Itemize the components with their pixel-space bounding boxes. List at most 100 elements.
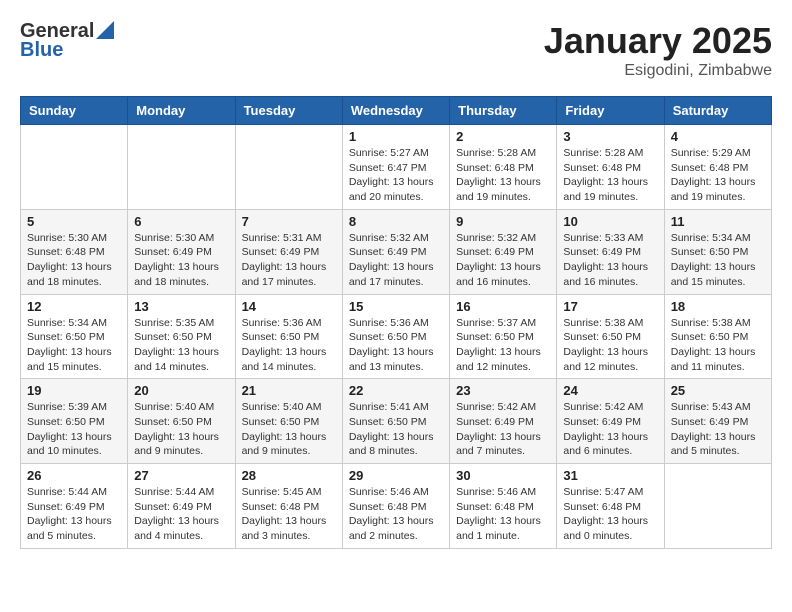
day-number: 27 [134,468,228,483]
day-info: Sunrise: 5:42 AM Sunset: 6:49 PM Dayligh… [563,400,657,459]
calendar-week-row: 5Sunrise: 5:30 AM Sunset: 6:48 PM Daylig… [21,209,772,294]
calendar-cell: 1 Sunrise: 5:27 AM Sunset: 6:47 PM Daylig… [342,125,449,210]
day-number: 1 [349,129,443,144]
day-number: 20 [134,383,228,398]
calendar-cell: 2 Sunrise: 5:28 AM Sunset: 6:48 PM Daylig… [450,125,557,210]
calendar-cell: 17 Sunrise: 5:38 AM Sunset: 6:50 PM Dayli… [557,294,664,379]
day-info: Sunrise: 5:36 AM Sunset: 6:50 PM Dayligh… [349,316,443,375]
calendar-cell: 22 Sunrise: 5:41 AM Sunset: 6:50 PM Dayli… [342,379,449,464]
day-info: Sunrise: 5:28 AM Sunset: 6:48 PM Dayligh… [563,146,657,205]
day-number: 18 [671,299,765,314]
day-info: Sunrise: 5:39 AM Sunset: 6:50 PM Dayligh… [27,400,121,459]
day-info: Sunrise: 5:31 AM Sunset: 6:49 PM Dayligh… [242,231,336,290]
calendar-cell: 24Sunrise: 5:42 AM Sunset: 6:49 PM Dayli… [557,379,664,464]
day-header-wednesday: Wednesday [342,97,449,125]
day-number: 19 [27,383,121,398]
day-number: 30 [456,468,550,483]
day-header-sunday: Sunday [21,97,128,125]
calendar-cell: 7 Sunrise: 5:31 AM Sunset: 6:49 PM Daylig… [235,209,342,294]
calendar-cell: 27 Sunrise: 5:44 AM Sunset: 6:49 PM Dayli… [128,464,235,549]
day-info: Sunrise: 5:34 AM Sunset: 6:50 PM Dayligh… [671,231,765,290]
calendar-cell: 26 Sunrise: 5:44 AM Sunset: 6:49 PM Dayli… [21,464,128,549]
day-header-monday: Monday [128,97,235,125]
day-number: 23 [456,383,550,398]
day-info: Sunrise: 5:37 AM Sunset: 6:50 PM Dayligh… [456,316,550,375]
calendar-cell: 31 Sunrise: 5:47 AM Sunset: 6:48 PM Dayli… [557,464,664,549]
day-number: 4 [671,129,765,144]
title-block: January 2025 Esigodini, Zimbabwe [544,20,772,80]
day-number: 31 [563,468,657,483]
logo-blue-text: Blue [20,39,63,62]
day-info: Sunrise: 5:27 AM Sunset: 6:47 PM Dayligh… [349,146,443,205]
page-header: General Blue January 2025 Esigodini, Zim… [20,20,772,80]
calendar-cell: 16 Sunrise: 5:37 AM Sunset: 6:50 PM Dayli… [450,294,557,379]
day-info: Sunrise: 5:36 AM Sunset: 6:50 PM Dayligh… [242,316,336,375]
day-info: Sunrise: 5:46 AM Sunset: 6:48 PM Dayligh… [456,485,550,544]
day-number: 29 [349,468,443,483]
day-number: 15 [349,299,443,314]
day-info: Sunrise: 5:41 AM Sunset: 6:50 PM Dayligh… [349,400,443,459]
calendar-week-row: 26 Sunrise: 5:44 AM Sunset: 6:49 PM Dayli… [21,464,772,549]
day-info: Sunrise: 5:33 AM Sunset: 6:49 PM Dayligh… [563,231,657,290]
calendar-cell [235,125,342,210]
day-number: 10 [563,214,657,229]
calendar-cell: 15 Sunrise: 5:36 AM Sunset: 6:50 PM Dayli… [342,294,449,379]
calendar-cell: 14 Sunrise: 5:36 AM Sunset: 6:50 PM Dayli… [235,294,342,379]
day-info: Sunrise: 5:34 AM Sunset: 6:50 PM Dayligh… [27,316,121,375]
calendar-cell: 20 Sunrise: 5:40 AM Sunset: 6:50 PM Dayli… [128,379,235,464]
calendar-cell: 29Sunrise: 5:46 AM Sunset: 6:48 PM Dayli… [342,464,449,549]
calendar-cell: 21Sunrise: 5:40 AM Sunset: 6:50 PM Dayli… [235,379,342,464]
calendar-cell: 13Sunrise: 5:35 AM Sunset: 6:50 PM Dayli… [128,294,235,379]
day-number: 2 [456,129,550,144]
day-info: Sunrise: 5:30 AM Sunset: 6:48 PM Dayligh… [27,231,121,290]
day-number: 13 [134,299,228,314]
logo: General Blue [20,20,114,62]
calendar-cell: 9 Sunrise: 5:32 AM Sunset: 6:49 PM Daylig… [450,209,557,294]
day-number: 28 [242,468,336,483]
day-info: Sunrise: 5:47 AM Sunset: 6:48 PM Dayligh… [563,485,657,544]
location-text: Esigodini, Zimbabwe [544,62,772,80]
day-header-friday: Friday [557,97,664,125]
calendar-week-row: 12Sunrise: 5:34 AM Sunset: 6:50 PM Dayli… [21,294,772,379]
day-number: 14 [242,299,336,314]
calendar-cell: 5Sunrise: 5:30 AM Sunset: 6:48 PM Daylig… [21,209,128,294]
day-info: Sunrise: 5:40 AM Sunset: 6:50 PM Dayligh… [134,400,228,459]
logo-arrow-icon [96,21,114,39]
day-header-tuesday: Tuesday [235,97,342,125]
day-number: 16 [456,299,550,314]
calendar-cell: 18 Sunrise: 5:38 AM Sunset: 6:50 PM Dayli… [664,294,771,379]
day-info: Sunrise: 5:30 AM Sunset: 6:49 PM Dayligh… [134,231,228,290]
calendar-week-row: 1 Sunrise: 5:27 AM Sunset: 6:47 PM Daylig… [21,125,772,210]
day-number: 26 [27,468,121,483]
calendar-cell: 10 Sunrise: 5:33 AM Sunset: 6:49 PM Dayli… [557,209,664,294]
calendar-cell: 4 Sunrise: 5:29 AM Sunset: 6:48 PM Daylig… [664,125,771,210]
calendar-cell: 3 Sunrise: 5:28 AM Sunset: 6:48 PM Daylig… [557,125,664,210]
day-number: 3 [563,129,657,144]
day-info: Sunrise: 5:38 AM Sunset: 6:50 PM Dayligh… [671,316,765,375]
day-number: 25 [671,383,765,398]
calendar-cell [21,125,128,210]
calendar-week-row: 19 Sunrise: 5:39 AM Sunset: 6:50 PM Dayli… [21,379,772,464]
day-info: Sunrise: 5:44 AM Sunset: 6:49 PM Dayligh… [134,485,228,544]
day-number: 22 [349,383,443,398]
day-number: 7 [242,214,336,229]
calendar-header-row: SundayMondayTuesdayWednesdayThursdayFrid… [21,97,772,125]
calendar-cell: 30 Sunrise: 5:46 AM Sunset: 6:48 PM Dayli… [450,464,557,549]
calendar-cell: 11 Sunrise: 5:34 AM Sunset: 6:50 PM Dayli… [664,209,771,294]
day-info: Sunrise: 5:38 AM Sunset: 6:50 PM Dayligh… [563,316,657,375]
calendar-cell: 25Sunrise: 5:43 AM Sunset: 6:49 PM Dayli… [664,379,771,464]
day-info: Sunrise: 5:28 AM Sunset: 6:48 PM Dayligh… [456,146,550,205]
calendar-cell: 8Sunrise: 5:32 AM Sunset: 6:49 PM Daylig… [342,209,449,294]
day-number: 17 [563,299,657,314]
calendar-cell: 28Sunrise: 5:45 AM Sunset: 6:48 PM Dayli… [235,464,342,549]
day-info: Sunrise: 5:44 AM Sunset: 6:49 PM Dayligh… [27,485,121,544]
day-number: 11 [671,214,765,229]
calendar-cell [664,464,771,549]
day-number: 9 [456,214,550,229]
day-info: Sunrise: 5:32 AM Sunset: 6:49 PM Dayligh… [349,231,443,290]
day-number: 6 [134,214,228,229]
day-info: Sunrise: 5:42 AM Sunset: 6:49 PM Dayligh… [456,400,550,459]
day-number: 21 [242,383,336,398]
day-info: Sunrise: 5:32 AM Sunset: 6:49 PM Dayligh… [456,231,550,290]
day-info: Sunrise: 5:29 AM Sunset: 6:48 PM Dayligh… [671,146,765,205]
